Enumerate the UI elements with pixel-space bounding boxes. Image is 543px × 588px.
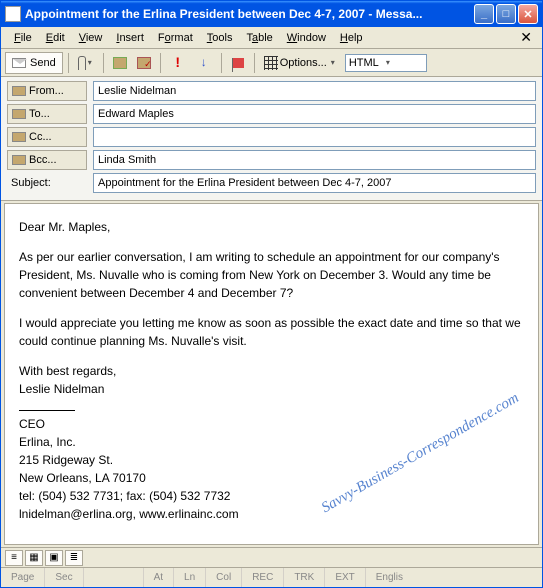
closing: With best regards,Leslie Nidelman bbox=[19, 362, 524, 398]
from-field[interactable]: Leslie Nidelman bbox=[93, 81, 536, 101]
doc-close-button[interactable]: ✕ bbox=[516, 29, 536, 46]
chevron-down-icon: ▾ bbox=[384, 58, 423, 67]
paperclip-icon bbox=[78, 56, 86, 70]
status-col: Col bbox=[206, 568, 242, 587]
separator bbox=[103, 53, 104, 73]
importance-high-button[interactable]: ! bbox=[166, 52, 190, 74]
to-field[interactable]: Edward Maples bbox=[93, 104, 536, 124]
status-lang: Englis bbox=[366, 568, 413, 587]
envelope-icon bbox=[12, 58, 26, 68]
address-book-icon bbox=[113, 57, 127, 69]
status-rec: REC bbox=[242, 568, 284, 587]
close-button[interactable]: ✕ bbox=[518, 4, 538, 24]
bcc-button[interactable]: Bcc... bbox=[7, 150, 87, 170]
follow-up-button[interactable] bbox=[227, 52, 249, 74]
minimize-button[interactable]: _ bbox=[474, 4, 494, 24]
menu-file[interactable]: File bbox=[7, 30, 39, 46]
check-names-button[interactable] bbox=[133, 52, 155, 74]
menu-view[interactable]: View bbox=[72, 30, 110, 46]
view-bar: ≡ ▦ ▣ ≣ bbox=[1, 547, 542, 567]
importance-low-icon: ↓ bbox=[196, 55, 212, 71]
address-book-button[interactable] bbox=[109, 52, 131, 74]
separator bbox=[254, 53, 255, 73]
options-icon bbox=[264, 56, 278, 70]
titlebar[interactable]: Appointment for the Erlina President bet… bbox=[1, 1, 542, 27]
address-book-icon bbox=[12, 132, 26, 142]
menu-edit[interactable]: Edit bbox=[39, 30, 72, 46]
importance-low-button[interactable]: ↓ bbox=[192, 52, 216, 74]
menu-window[interactable]: Window bbox=[280, 30, 333, 46]
separator bbox=[160, 53, 161, 73]
menu-format[interactable]: Format bbox=[151, 30, 200, 46]
body-paragraph: As per our earlier conversation, I am wr… bbox=[19, 248, 524, 302]
status-bar: Page Sec At Ln Col REC TRK EXT Englis bbox=[1, 567, 542, 587]
message-body[interactable]: Dear Mr. Maples, As per our earlier conv… bbox=[4, 203, 539, 545]
toolbar: Send ▾ ! ↓ Options...▾ HTML▾ bbox=[1, 49, 542, 77]
menu-tools[interactable]: Tools bbox=[200, 30, 240, 46]
to-button[interactable]: To... bbox=[7, 104, 87, 124]
check-names-icon bbox=[137, 57, 151, 69]
status-trk: TRK bbox=[284, 568, 325, 587]
status-sec: Sec bbox=[45, 568, 83, 587]
subject-field[interactable]: Appointment for the Erlina President bet… bbox=[93, 173, 536, 193]
status-at: At bbox=[144, 568, 174, 587]
subject-label: Subject: bbox=[7, 173, 87, 193]
importance-high-icon: ! bbox=[170, 55, 186, 71]
options-button[interactable]: Options...▾ bbox=[260, 52, 341, 74]
format-select[interactable]: HTML▾ bbox=[345, 54, 427, 72]
cc-button[interactable]: Cc... bbox=[7, 127, 87, 147]
separator bbox=[221, 53, 222, 73]
status-ln: Ln bbox=[174, 568, 206, 587]
message-headers: From... Leslie Nidelman To... Edward Map… bbox=[1, 77, 542, 201]
web-view-button[interactable]: ▦ bbox=[25, 550, 43, 566]
signature-block: CEO Erlina, Inc. 215 Ridgeway St. New Or… bbox=[19, 415, 524, 523]
menu-help[interactable]: Help bbox=[333, 30, 370, 46]
from-button[interactable]: From... bbox=[7, 81, 87, 101]
print-view-button[interactable]: ▣ bbox=[45, 550, 63, 566]
separator bbox=[68, 53, 69, 73]
menu-insert[interactable]: Insert bbox=[109, 30, 151, 46]
compose-window: Appointment for the Erlina President bet… bbox=[0, 0, 543, 588]
outline-view-button[interactable]: ≣ bbox=[65, 550, 83, 566]
attach-button[interactable]: ▾ bbox=[74, 52, 98, 74]
status-page: Page bbox=[1, 568, 45, 587]
flag-icon bbox=[232, 58, 244, 68]
bcc-field[interactable]: Linda Smith bbox=[93, 150, 536, 170]
greeting: Dear Mr. Maples, bbox=[19, 218, 524, 236]
address-book-icon bbox=[12, 155, 26, 165]
address-book-icon bbox=[12, 109, 26, 119]
body-paragraph: I would appreciate you letting me know a… bbox=[19, 314, 524, 350]
send-label: Send bbox=[30, 57, 56, 69]
address-book-icon bbox=[12, 86, 26, 96]
normal-view-button[interactable]: ≡ bbox=[5, 550, 23, 566]
window-title: Appointment for the Erlina President bet… bbox=[25, 7, 474, 21]
menubar: File Edit View Insert Format Tools Table… bbox=[1, 27, 542, 49]
signature-separator bbox=[19, 410, 75, 411]
send-button[interactable]: Send bbox=[5, 52, 63, 74]
maximize-button[interactable]: □ bbox=[496, 4, 516, 24]
menu-table[interactable]: Table bbox=[239, 30, 279, 46]
cc-field[interactable] bbox=[93, 127, 536, 147]
app-icon bbox=[5, 6, 21, 22]
status-ext: EXT bbox=[325, 568, 365, 587]
